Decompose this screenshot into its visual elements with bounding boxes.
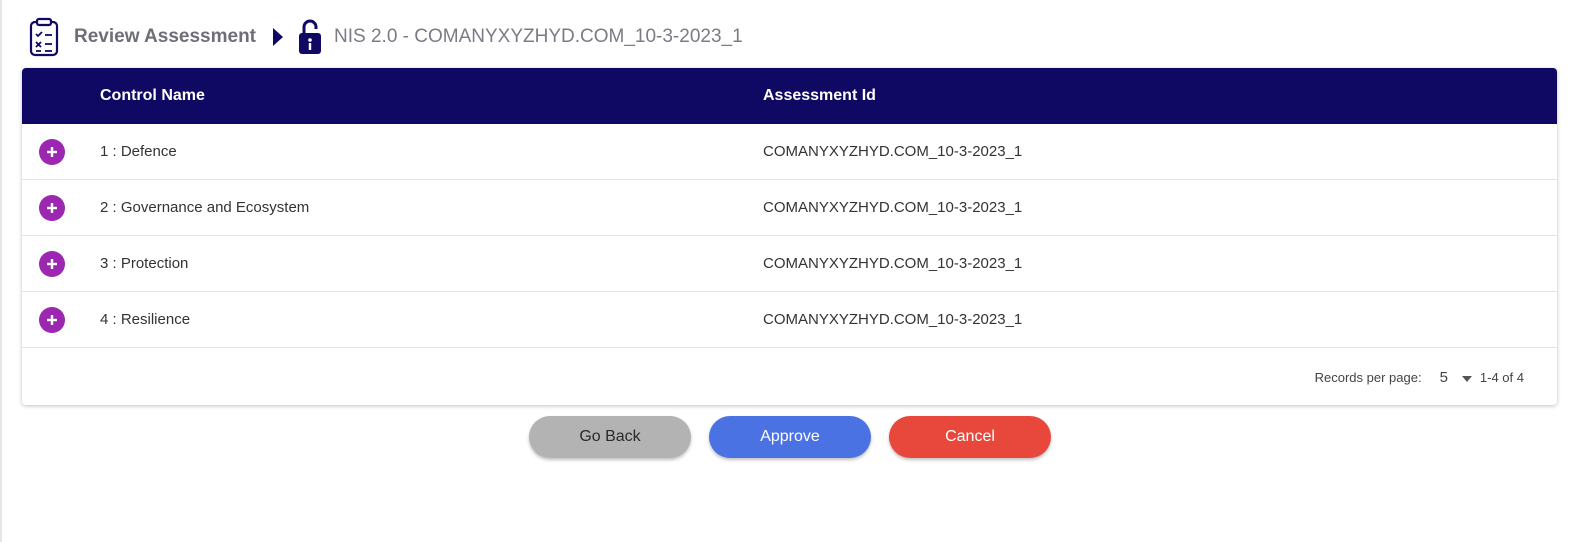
caret-right-icon bbox=[272, 27, 284, 47]
control-name-cell: 1 : Defence bbox=[100, 143, 177, 160]
table-row: 3 : Protection COMANYXYZHYD.COM_10-3-202… bbox=[22, 236, 1557, 292]
caret-down-icon bbox=[1461, 369, 1472, 386]
action-buttons: Go Back Approve Cancel bbox=[529, 416, 1051, 458]
approve-button[interactable]: Approve bbox=[709, 416, 871, 458]
pagination: Records per page: 5 1-4 of 4 bbox=[22, 348, 1557, 405]
checklist-clipboard-icon bbox=[28, 16, 60, 58]
plus-circle-icon[interactable] bbox=[39, 250, 65, 277]
column-header-assessment-id[interactable]: Assessment Id bbox=[763, 87, 1557, 105]
cancel-button[interactable]: Cancel bbox=[889, 416, 1051, 458]
assessment-id-cell: COMANYXYZHYD.COM_10-3-2023_1 bbox=[763, 255, 1023, 272]
pagination-range: 1-4 of 4 bbox=[1479, 369, 1524, 385]
assessment-id-cell: COMANYXYZHYD.COM_10-3-2023_1 bbox=[763, 143, 1023, 160]
control-name-cell: 4 : Resilience bbox=[100, 311, 191, 328]
lock-icon bbox=[298, 17, 322, 57]
table-row: 4 : Resilience COMANYXYZHYD.COM_10-3-202… bbox=[22, 292, 1557, 348]
table-row: 1 : Defence COMANYXYZHYD.COM_10-3-2023_1 bbox=[22, 124, 1557, 180]
records-per-page-value: 5 bbox=[1439, 368, 1448, 386]
records-per-page-select[interactable]: 5 bbox=[1440, 369, 1472, 386]
controls-table: Control Name Assessment Id 1 : Defence C… bbox=[22, 68, 1557, 405]
go-back-button[interactable]: Go Back bbox=[529, 416, 691, 458]
breadcrumb: Review Assessment NIS 2.0 - COMANYXYZHYD… bbox=[28, 16, 743, 58]
plus-circle-icon[interactable] bbox=[39, 306, 65, 333]
plus-circle-icon[interactable] bbox=[39, 194, 65, 221]
control-name-cell: 3 : Protection bbox=[100, 255, 189, 272]
table-header: Control Name Assessment Id bbox=[22, 68, 1557, 124]
table-row: 2 : Governance and Ecosystem COMANYXYZHY… bbox=[22, 180, 1557, 236]
assessment-id-cell: COMANYXYZHYD.COM_10-3-2023_1 bbox=[763, 199, 1023, 216]
assessment-id-cell: COMANYXYZHYD.COM_10-3-2023_1 bbox=[763, 311, 1023, 328]
column-header-control-name[interactable]: Control Name bbox=[100, 87, 763, 105]
breadcrumb-current-assessment: NIS 2.0 - COMANYXYZHYD.COM_10-3-2023_1 bbox=[334, 26, 743, 47]
plus-circle-icon[interactable] bbox=[39, 138, 65, 165]
control-name-cell: 2 : Governance and Ecosystem bbox=[100, 199, 310, 216]
review-assessment-page: Review Assessment NIS 2.0 - COMANYXYZHYD… bbox=[0, 0, 1578, 542]
records-per-page-label: Records per page: bbox=[1314, 369, 1422, 385]
breadcrumb-title[interactable]: Review Assessment bbox=[74, 26, 256, 48]
